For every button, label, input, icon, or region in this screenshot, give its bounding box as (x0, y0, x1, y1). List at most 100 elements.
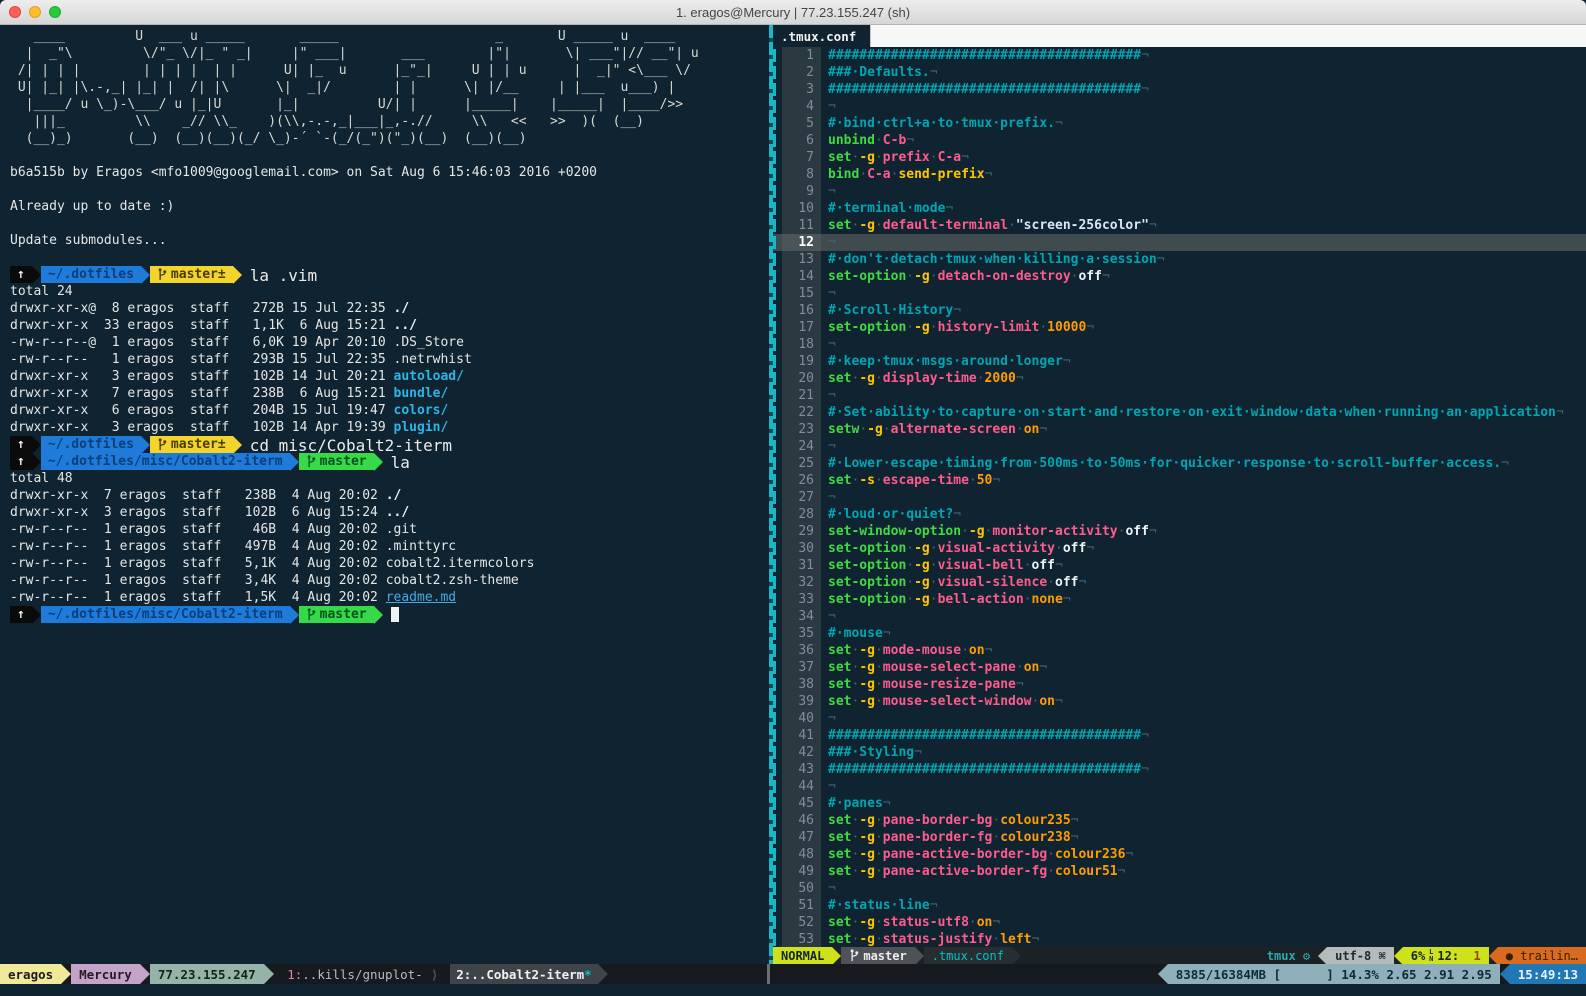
tmux-window-item[interactable]: 1:..kills/gnuplot- (274, 964, 429, 984)
change-sign-icon (773, 829, 782, 846)
vim-line[interactable]: 8bind·C-a·send-prefix¬ (773, 166, 1586, 183)
change-sign-icon (773, 897, 782, 914)
vim-line[interactable]: 47set·-g·pane-border-fg·colour238¬ (773, 829, 1586, 846)
vim-line[interactable]: 28#·loud·or·quiet?¬ (773, 506, 1586, 523)
vim-buffer[interactable]: 1#######################################… (773, 47, 1586, 947)
code-token: set (828, 660, 851, 675)
vim-line[interactable]: 13#·don't·detach·tmux·when·killing·a·ses… (773, 251, 1586, 268)
ls-row: -rw-r--r-- 1 eragos staff 293B 15 Jul 22… (10, 351, 769, 368)
change-sign-icon (773, 489, 782, 506)
vim-line[interactable]: 6unbind·C-b¬ (773, 132, 1586, 149)
ls-total: total 48 (10, 470, 769, 487)
vim-line[interactable]: 43######################################… (773, 761, 1586, 778)
vim-line[interactable]: 22#·Set·ability·to·capture·on·start·and·… (773, 404, 1586, 421)
shell-prompt-line[interactable]: ↑~/.dotfiles/misc/Cobalt2-itermmaster (10, 606, 769, 623)
ls-row: -rw-r--r-- 1 eragos staff 46B 4 Aug 20:0… (10, 521, 769, 538)
vim-line[interactable]: 11set·-g·default-terminal·"screen-256col… (773, 217, 1586, 234)
bottom-strip (0, 984, 1586, 996)
vim-line[interactable]: 25#·Lower·escape·timing·from·500ms·to·50… (773, 455, 1586, 472)
vim-line[interactable]: 18¬ (773, 336, 1586, 353)
vim-line[interactable]: 27¬ (773, 489, 1586, 506)
vim-line[interactable]: 44¬ (773, 778, 1586, 795)
vim-line[interactable]: 23setw·-g·alternate-screen·on¬ (773, 421, 1586, 438)
line-number: 6 (782, 132, 821, 149)
code-token: 10000 (1047, 320, 1086, 335)
vim-line[interactable]: 41######################################… (773, 727, 1586, 744)
vim-line[interactable]: 20set·-g·display-time·2000¬ (773, 370, 1586, 387)
ls-row-meta: -rw-r--r-- 1 eragos staff 46B 4 Aug 20:0… (10, 522, 386, 537)
vim-line[interactable]: 5#·bind·ctrl+a·to·tmux·prefix.¬ (773, 115, 1586, 132)
vim-line[interactable]: 16#·Scroll·History¬ (773, 302, 1586, 319)
vim-line[interactable]: 34¬ (773, 608, 1586, 625)
vim-line[interactable]: 42###·Styling¬ (773, 744, 1586, 761)
shell-pane[interactable]: ____ U ___ u _____ _____ _ U _____ u ___… (0, 25, 769, 964)
line-number: 30 (782, 540, 821, 557)
code-text: ¬ (821, 438, 1586, 455)
change-sign-icon (773, 676, 782, 693)
vim-line[interactable]: 21¬ (773, 387, 1586, 404)
vim-line[interactable]: 39set·-g·mouse-select-window·on¬ (773, 693, 1586, 710)
code-token: set-option (828, 575, 906, 590)
code-token: status-justify (883, 932, 993, 947)
code-token: off (1125, 524, 1148, 539)
tmux-bar-fill (608, 964, 1158, 984)
vim-line[interactable]: 35#·mouse¬ (773, 625, 1586, 642)
vim-line[interactable]: 2###·Defaults.¬ (773, 64, 1586, 81)
vim-line[interactable]: 32set-option·-g·visual-silence·off¬ (773, 574, 1586, 591)
eol-marker: ¬ (828, 490, 836, 505)
vim-line[interactable]: 3#######################################… (773, 81, 1586, 98)
vim-line[interactable]: 50¬ (773, 880, 1586, 897)
mode-indicator: NORMAL (773, 947, 832, 964)
vim-line[interactable]: 36set·-g·mode-mouse·on¬ (773, 642, 1586, 659)
vim-line[interactable]: 52set·-g·status-utf8·on¬ (773, 914, 1586, 931)
vim-pane[interactable]: .tmux.conf 1############################… (773, 25, 1586, 964)
change-sign-icon (773, 64, 782, 81)
code-token: 2000 (985, 371, 1016, 386)
vim-line[interactable]: 45#·panes¬ (773, 795, 1586, 812)
powerline-separator-icon (290, 453, 299, 471)
line-number: 43 (782, 761, 821, 778)
vim-line[interactable]: 1#######################################… (773, 47, 1586, 64)
vim-line[interactable]: 12¬ (773, 234, 1586, 251)
code-token: -g (859, 830, 875, 845)
vim-line[interactable]: 49set·-g·pane-active-border-fg·colour51¬ (773, 863, 1586, 880)
eol-marker: ¬ (930, 65, 938, 80)
code-token: set (828, 473, 851, 488)
vim-line[interactable]: 7set·-g·prefix·C-a¬ (773, 149, 1586, 166)
code-text: set·-g·pane-border-fg·colour238¬ (821, 829, 1586, 846)
ls-row-name[interactable]: readme.md (386, 590, 456, 605)
vim-line[interactable]: 19#·keep·tmux·msgs·around·longer¬ (773, 353, 1586, 370)
vim-line[interactable]: 38set·-g·mouse-resize-pane¬ (773, 676, 1586, 693)
vim-line[interactable]: 4¬ (773, 98, 1586, 115)
line-number: 39 (782, 693, 821, 710)
vim-line[interactable]: 33set-option·-g·bell-action·none¬ (773, 591, 1586, 608)
line-number: 3 (782, 81, 821, 98)
code-text: ¬ (821, 98, 1586, 115)
vim-line[interactable]: 40¬ (773, 710, 1586, 727)
vim-line[interactable]: 29set-window-option·-g·monitor-activity·… (773, 523, 1586, 540)
tmux-session-name: eragos (0, 964, 61, 984)
tmux-window-item-active[interactable]: 2:..Cobalt2-iterm* (450, 964, 597, 984)
vim-line[interactable]: 24¬ (773, 438, 1586, 455)
vim-line[interactable]: 48set·-g·pane-active-border-bg·colour236… (773, 846, 1586, 863)
text-cursor[interactable] (391, 607, 399, 622)
prompt-arrow-segment: ↑ (10, 266, 32, 283)
vim-line[interactable]: 14set-option·-g·detach-on-destroy·off¬ (773, 268, 1586, 285)
vim-line[interactable]: 15¬ (773, 285, 1586, 302)
code-token: status-utf8 (883, 915, 969, 930)
vim-line[interactable]: 37set·-g·mouse-select-pane·on¬ (773, 659, 1586, 676)
vim-line[interactable]: 10#·terminal·mode¬ (773, 200, 1586, 217)
vim-line[interactable]: 17set-option·-g·history-limit·10000¬ (773, 319, 1586, 336)
vim-line[interactable]: 53set·-g·status-justify·left¬ (773, 931, 1586, 947)
eol-marker: ¬ (1063, 354, 1071, 369)
vim-line[interactable]: 30set-option·-g·visual-activity·off¬ (773, 540, 1586, 557)
code-token: set (828, 915, 851, 930)
vim-line[interactable]: 31set-option·-g·visual-bell·off¬ (773, 557, 1586, 574)
vim-tab-tmux-conf[interactable]: .tmux.conf (773, 25, 870, 47)
vim-line[interactable]: 9¬ (773, 183, 1586, 200)
vim-line[interactable]: 51#·status·line¬ (773, 897, 1586, 914)
vim-line[interactable]: 26set·-s·escape-time·50¬ (773, 472, 1586, 489)
code-token: #·panes (828, 796, 883, 811)
vim-line[interactable]: 46set·-g·pane-border-bg·colour235¬ (773, 812, 1586, 829)
powerline-separator-icon (1394, 947, 1403, 964)
